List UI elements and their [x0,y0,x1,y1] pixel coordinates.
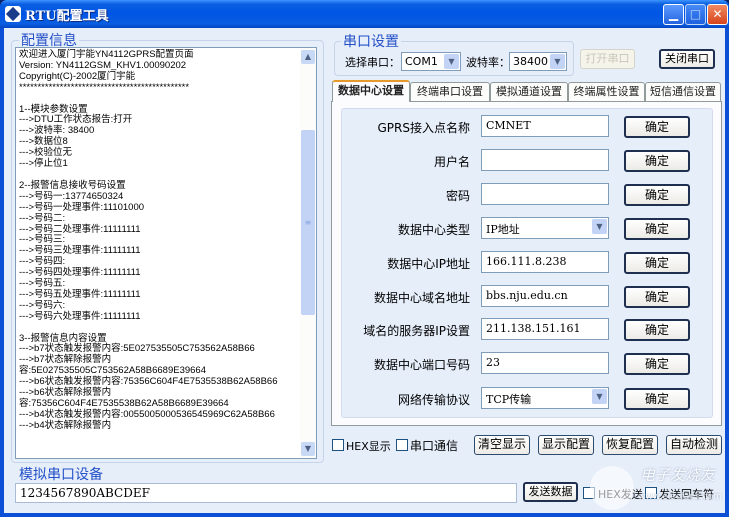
password-input[interactable] [481,183,609,205]
port-select[interactable]: COM1 ▼ [401,52,461,71]
baud-select[interactable]: 38400 ▼ [509,52,567,71]
app-window: RTU配置工具 ▁ □ ✕ 配置信息 欢迎进入厦门宇能YN4112GPRS配置页… [0,0,729,517]
open-port-button[interactable]: 打开串口 [580,49,635,69]
dc-ip-input[interactable]: 166.111.8.238 [481,251,609,273]
username-input[interactable] [481,149,609,171]
password-confirm-button[interactable]: 确定 [624,184,690,206]
scroll-up-icon[interactable]: ▲ [301,50,315,64]
serial-settings-title: 串口设置 [341,31,401,51]
config-log-text: 欢迎进入厦门宇能YN4112GPRS配置页面 Version: YN4112GS… [19,49,278,431]
show-config-button[interactable]: 显示配置 [538,435,594,455]
apn-input[interactable]: CMNET [481,115,609,137]
dns-ip-confirm-button[interactable]: 确定 [624,319,690,341]
restore-config-button[interactable]: 恢复配置 [602,435,658,455]
dc-ip-label: 数据中心IP地址 [387,257,470,271]
hex-send-checkbox[interactable] [583,487,595,499]
baud-label: 波特率： [466,56,510,69]
log-scrollbar[interactable]: ▲ ≡ ▼ [300,48,316,458]
config-log[interactable]: 欢迎进入厦门宇能YN4112GPRS配置页面 Version: YN4112GS… [15,47,317,459]
apn-label: GPRS接入点名称 [377,121,471,135]
chevron-down-icon[interactable]: ▼ [550,54,565,69]
baud-value: 38400 [513,55,548,68]
scroll-thumb[interactable]: ≡ [301,130,315,315]
dc-type-select[interactable]: IP地址 ▼ [481,217,609,239]
close-button[interactable]: ✕ [707,4,728,25]
protocol-confirm-button[interactable]: 确定 [624,388,690,410]
protocol-label: 网络传输协议 [397,393,470,407]
dc-port-confirm-button[interactable]: 确定 [624,353,690,375]
app-icon [5,6,21,22]
dns-ip-input[interactable]: 211.138.151.161 [481,318,609,340]
dc-ip-confirm-button[interactable]: 确定 [624,252,690,274]
dc-type-value: IP地址 [486,223,520,236]
close-port-button[interactable]: 关闭串口 [659,49,715,69]
chevron-down-icon[interactable]: ▼ [592,219,607,234]
serial-comm-label: 串口通信 [410,439,459,453]
auto-detect-button[interactable]: 自动检测 [666,435,722,455]
tab-terminal-serial[interactable]: 终端串口设置 [410,82,490,101]
clear-display-button[interactable]: 清空显示 [474,435,530,455]
title-bar[interactable]: RTU配置工具 ▁ □ ✕ [0,0,729,28]
maximize-button[interactable]: □ [685,4,706,25]
password-label: 密码 [445,189,470,203]
hex-display-checkbox[interactable] [332,439,344,451]
send-data-button[interactable]: 发送数据 [523,482,578,502]
hex-display-label: HEX显示 [346,440,391,453]
scroll-down-icon[interactable]: ▼ [301,442,315,456]
tab-analog-channel[interactable]: 模拟通道设置 [490,82,568,101]
port-label: 选择串口： [345,56,400,69]
tab-sms[interactable]: 短信通信设置 [645,82,721,101]
port-value: COM1 [405,55,438,68]
protocol-select[interactable]: TCP传输 ▼ [481,387,609,409]
send-cr-checkbox[interactable] [645,487,657,499]
tab-data-center[interactable]: 数据中心设置 [332,80,410,102]
chevron-down-icon[interactable]: ▼ [592,389,607,404]
minimize-button[interactable]: ▁ [663,4,684,25]
protocol-value: TCP传输 [486,393,532,406]
dc-type-confirm-button[interactable]: 确定 [624,218,690,240]
sim-serial-title: 模拟串口设备 [19,467,103,483]
dns-ip-label: 域名的服务器IP设置 [363,324,470,338]
sim-serial-input[interactable]: 1234567890ABCDEF [15,483,517,503]
apn-confirm-button[interactable]: 确定 [624,116,690,138]
dc-domain-confirm-button[interactable]: 确定 [624,286,690,308]
hex-send-label: HEX发送 [598,488,643,501]
dc-port-input[interactable]: 23 [481,352,609,374]
dc-domain-label: 数据中心域名地址 [373,291,470,305]
tab-terminal-attr[interactable]: 终端属性设置 [568,82,645,101]
chevron-down-icon[interactable]: ▼ [444,54,459,69]
window-title: RTU配置工具 [25,9,109,24]
username-label: 用户名 [433,155,470,169]
dc-port-label: 数据中心端口号码 [373,358,470,372]
send-cr-label: 发送回车符 [659,488,714,501]
serial-comm-checkbox[interactable] [396,439,408,451]
dc-domain-input[interactable]: bbs.nju.edu.cn [481,285,609,307]
dc-type-label: 数据中心类型 [397,223,470,237]
username-confirm-button[interactable]: 确定 [624,150,690,172]
